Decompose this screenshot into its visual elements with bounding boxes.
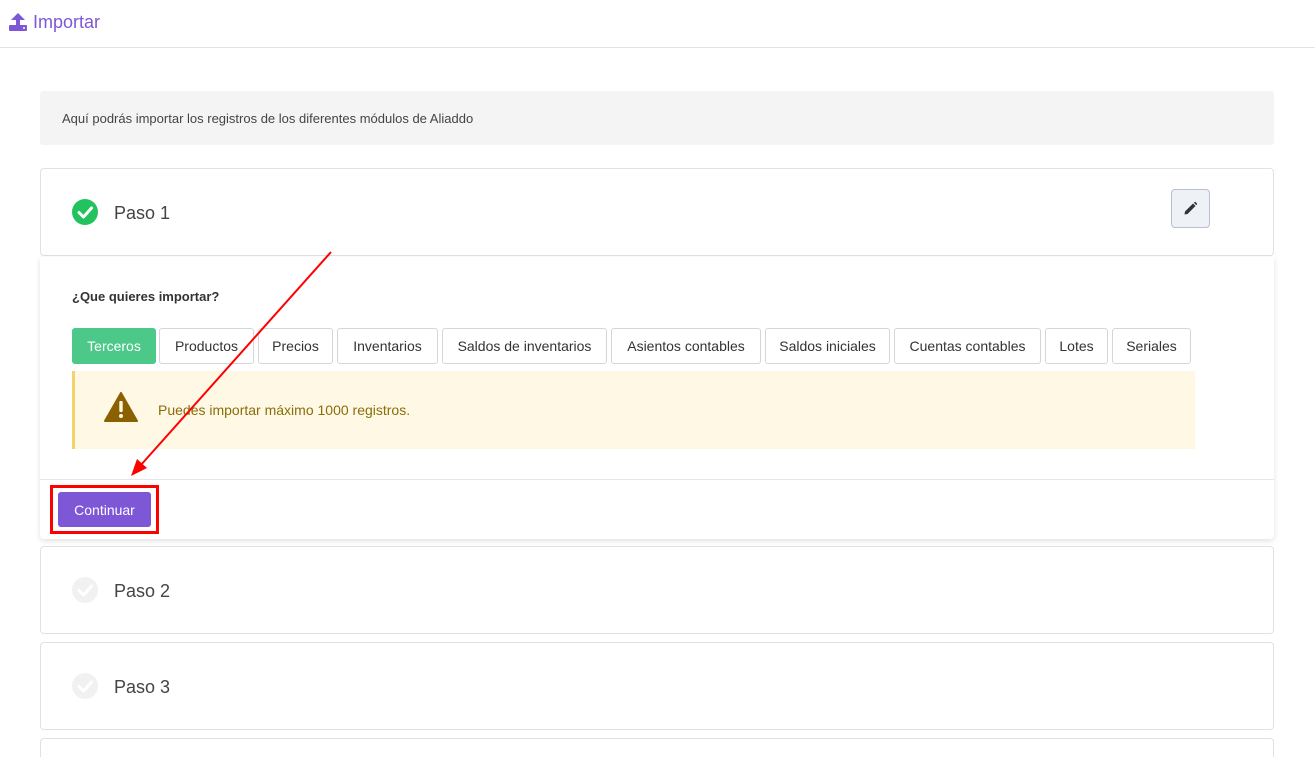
annotation-arrow-icon — [131, 251, 332, 476]
